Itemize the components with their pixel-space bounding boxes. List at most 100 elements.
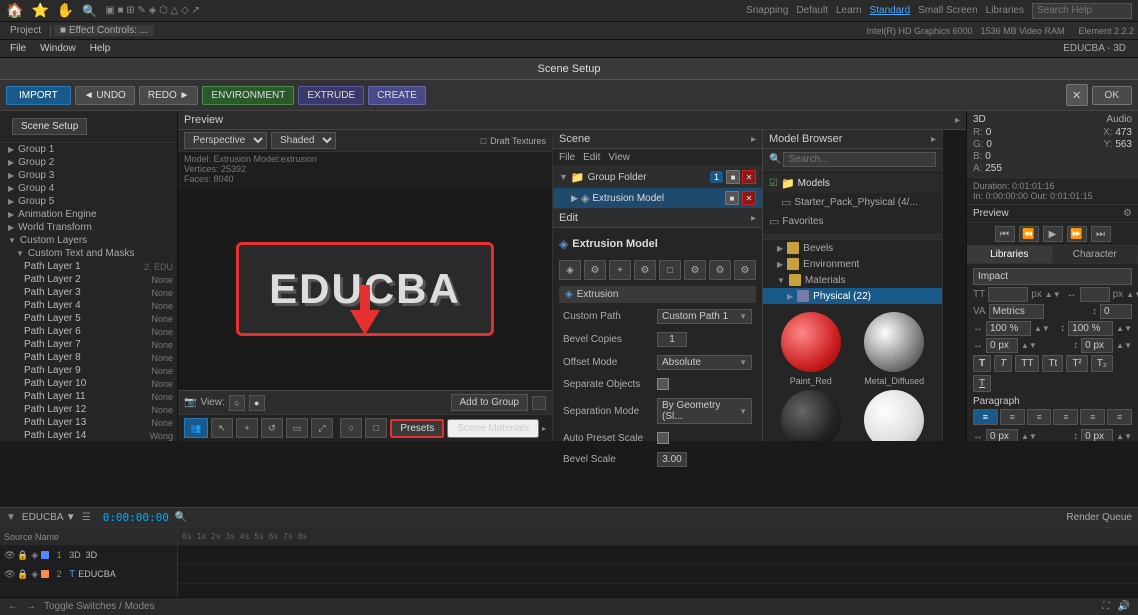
indent-v-input[interactable] <box>1081 429 1113 441</box>
align-left-btn[interactable]: ≡ <box>973 409 998 425</box>
timeline-layer-3d[interactable]: 👁 🔒 ◈ 1 3D 3D <box>0 546 177 565</box>
px-h-input[interactable] <box>986 338 1018 353</box>
playback-next-btn[interactable]: ⏩ <box>1067 226 1087 242</box>
lock-icon-educba[interactable]: 🔒 <box>17 569 28 580</box>
refresh-btn[interactable]: ↺ <box>261 418 283 438</box>
path-layer-2[interactable]: Path Layer 2None <box>0 273 177 286</box>
group-toggle-btn[interactable]: ■ <box>726 170 740 184</box>
select-obj-btn[interactable]: ↖ <box>211 418 233 438</box>
custom-text-masks-item[interactable]: ▼Custom Text and Masks <box>0 247 177 260</box>
tracking-input[interactable] <box>1080 287 1110 302</box>
scene-view-menu[interactable]: View <box>608 152 630 163</box>
extrusion-expand-icon[interactable]: ▶ <box>571 193 578 204</box>
path-layer-4[interactable]: Path Layer 4None <box>0 299 177 312</box>
group-5-item[interactable]: ▶Group 5 <box>0 195 177 208</box>
menu-window[interactable]: Window <box>34 43 82 54</box>
group-2-item[interactable]: ▶Group 2 <box>0 156 177 169</box>
physical-item[interactable]: ▶ Physical (22) <box>763 288 942 304</box>
playback-last-btn[interactable]: ⏭ <box>1091 226 1111 242</box>
underline-btn[interactable]: T <box>973 375 991 392</box>
perspective-select[interactable]: Perspective <box>184 132 267 149</box>
italic-btn[interactable]: T <box>994 355 1012 372</box>
tracking-stepper[interactable]: ▲▼ <box>1126 290 1138 299</box>
nav-icon-2[interactable]: → <box>26 601 36 612</box>
path-layer-13[interactable]: Path Layer 13None <box>0 416 177 429</box>
paint-red-item[interactable]: Paint_Red <box>771 312 851 386</box>
metal-diffused-item[interactable]: Metal_Diffused <box>855 312 935 386</box>
preview-viewport[interactable]: EDUCBA <box>178 187 552 390</box>
px-v-input[interactable] <box>1081 338 1113 353</box>
path-layer-12[interactable]: Path Layer 12None <box>0 403 177 416</box>
scene-materials-button[interactable]: Scene Materials <box>447 419 539 438</box>
circle-btn[interactable]: ○ <box>340 418 362 438</box>
draft-textures-check[interactable]: □ <box>481 136 486 146</box>
nav-icon-1[interactable]: ← <box>8 601 18 612</box>
px-v-stepper[interactable]: ▲▼ <box>1116 341 1132 350</box>
scene-edit-menu[interactable]: Edit <box>583 152 600 163</box>
search-icon[interactable]: 🔍 <box>82 4 97 18</box>
group-4-item[interactable]: ▶Group 4 <box>0 182 177 195</box>
render-queue-label[interactable]: Render Queue <box>1066 512 1132 523</box>
world-transform-item[interactable]: ▶World Transform <box>0 221 177 234</box>
models-row[interactable]: ☑ 📁 Models <box>763 174 942 193</box>
playback-first-btn[interactable]: ⏮ <box>995 226 1015 242</box>
add-btn[interactable]: + <box>236 418 258 438</box>
sub-btn[interactable]: T₂ <box>1091 355 1113 372</box>
indent-v-stepper[interactable]: ▲▼ <box>1116 432 1132 441</box>
animation-engine-item[interactable]: ▶Animation Engine <box>0 208 177 221</box>
square-btn[interactable]: □ <box>365 418 387 438</box>
auto-preset-checkbox[interactable] <box>657 432 669 444</box>
model-browser-expand[interactable]: ▸ <box>931 134 936 145</box>
separate-objects-checkbox[interactable] <box>657 378 669 390</box>
font-family-input[interactable]: Impact <box>973 268 1132 285</box>
edit-tool-3[interactable]: + <box>609 260 631 280</box>
edit-tool-4[interactable]: ⚙ <box>634 260 656 280</box>
align-right-btn[interactable]: ≡ <box>1027 409 1052 425</box>
scale-h-stepper[interactable]: ▲▼ <box>1034 324 1050 333</box>
path-layer-14[interactable]: Path Layer 14Wong <box>0 429 177 441</box>
timeline-menu-icon[interactable]: ☰ <box>82 512 91 523</box>
dark-material-item[interactable]: Dark_Material <box>771 390 851 441</box>
edit-expand-icon[interactable]: ▸ <box>751 213 756 224</box>
favorites-row[interactable]: ▭ Favorites <box>763 212 942 231</box>
align-center-btn[interactable]: ≡ <box>1000 409 1025 425</box>
baseline-input[interactable] <box>1100 304 1132 319</box>
path-layer-6[interactable]: Path Layer 6None <box>0 325 177 338</box>
playback-play-btn[interactable]: ▶ <box>1043 226 1063 242</box>
view-toggle-2[interactable]: ● <box>249 395 265 411</box>
star-icon[interactable]: ⭐ <box>31 2 48 19</box>
home-icon[interactable]: 🏠 <box>6 2 23 19</box>
super-btn[interactable]: T² <box>1066 355 1087 372</box>
white-material-item[interactable]: White_Material <box>855 390 935 441</box>
metrics-select[interactable]: Metrics <box>989 304 1044 319</box>
group-delete-btn[interactable]: ✕ <box>742 170 756 184</box>
starter-pack-row[interactable]: ▭ Starter_Pack_Physical (4/... <box>763 193 942 212</box>
lock-icon-3d[interactable]: 🔒 <box>17 550 28 561</box>
px-stepper[interactable]: ▲▼ <box>1021 341 1037 350</box>
environment-button[interactable]: ENVIRONMENT <box>202 86 294 105</box>
move-btn[interactable]: ⤢ <box>311 418 333 438</box>
redo-button[interactable]: REDO ► <box>139 86 199 105</box>
menu-file[interactable]: File <box>4 43 32 54</box>
path-layer-5[interactable]: Path Layer 5None <box>0 312 177 325</box>
hand-icon[interactable]: ✋ <box>57 2 74 19</box>
group-1-item[interactable]: ▶Group 1 <box>0 143 177 156</box>
path-layer-1[interactable]: Path Layer 12. EDU <box>0 260 177 273</box>
align-distribute-btn[interactable]: ≡ <box>1107 409 1132 425</box>
label-icon-3d[interactable]: ◈ <box>31 550 38 561</box>
materials-item[interactable]: ▼ Materials <box>763 272 942 288</box>
path-layer-8[interactable]: Path Layer 8None <box>0 351 177 364</box>
path-layer-7[interactable]: Path Layer 7None <box>0 338 177 351</box>
small-caps-btn[interactable]: Tt <box>1042 355 1063 372</box>
extrusion-toggle-btn[interactable]: ■ <box>725 191 739 205</box>
edit-tool-7[interactable]: ⚙ <box>709 260 731 280</box>
menu-help[interactable]: Help <box>84 43 117 54</box>
path-layer-3[interactable]: Path Layer 3None <box>0 286 177 299</box>
indent-h-input[interactable] <box>986 429 1018 441</box>
scene-setup-button[interactable]: Scene Setup <box>12 118 87 135</box>
edit-tool-5[interactable]: □ <box>659 260 681 280</box>
zoom-icon[interactable]: ⛶ <box>1103 601 1110 612</box>
edit-tool-8[interactable]: ⚙ <box>734 260 756 280</box>
close-button[interactable]: ✕ <box>1066 84 1088 106</box>
search-input[interactable] <box>1032 3 1132 19</box>
